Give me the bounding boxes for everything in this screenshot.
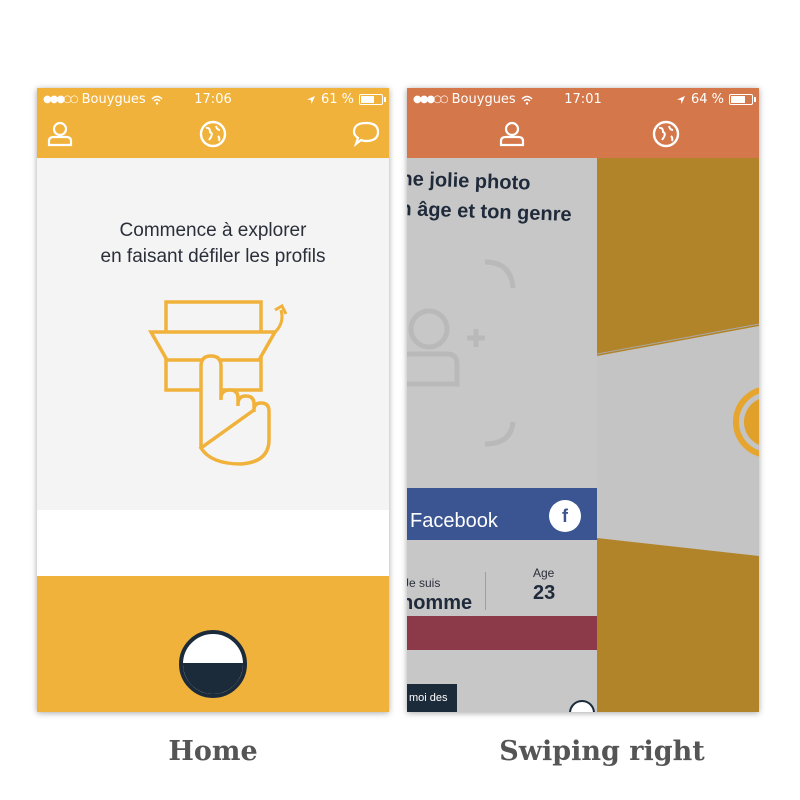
status-bar: ●●●○○ Bouygues 17:06 61 % (37, 88, 389, 110)
battery-fill (731, 96, 746, 103)
location-arrow-icon (676, 95, 685, 104)
facebook-icon: f (549, 500, 581, 532)
caption-home: Home (168, 736, 258, 767)
add-user-icon[interactable] (407, 254, 527, 454)
swipe-screen: ●●●○○ Bouygues 17:01 64 % ne jolie photo… (407, 88, 759, 712)
battery-percent: 61 % (320, 92, 354, 107)
age-value[interactable]: 23 (533, 582, 555, 605)
chat-icon[interactable] (351, 119, 381, 149)
gender-value[interactable]: homme (407, 592, 472, 615)
facebook-label: Facebook (410, 510, 498, 532)
battery-icon (729, 94, 756, 105)
profile-icon[interactable] (45, 119, 75, 149)
prompt-line-2: en faisant défiler les profils (100, 246, 326, 267)
nav-bar (37, 110, 389, 158)
next-card-background (597, 158, 759, 712)
button-fill (183, 662, 243, 694)
profile-icon[interactable] (497, 119, 527, 149)
gender-label: Je suis (407, 576, 441, 590)
caption-swiping-right: Swiping right (499, 736, 705, 767)
globe-icon[interactable] (651, 119, 681, 149)
battery-percent: 64 % (690, 92, 724, 107)
next-card[interactable] (597, 158, 759, 712)
white-band (37, 510, 389, 576)
location-arrow-icon (306, 95, 315, 104)
status-bar: ●●●○○ Bouygues 17:01 64 % (407, 88, 759, 110)
prompt-line-1: Commence à explorer (119, 220, 307, 241)
main-action-button[interactable] (179, 630, 247, 698)
globe-icon[interactable] (198, 119, 228, 149)
red-action-bar[interactable] (407, 616, 597, 650)
info-divider (485, 572, 486, 610)
age-label: Age (533, 566, 555, 580)
card-message: ne jolie photo n âge et ton genre (407, 164, 573, 230)
swipe-hand-icon (147, 300, 288, 466)
home-screen: ●●●○○ Bouygues 17:06 61 % Commence à exp… (37, 88, 389, 712)
small-dark-button[interactable]: moi des (407, 684, 457, 712)
battery-icon (359, 94, 386, 105)
battery-fill (361, 96, 375, 103)
card-message-line-2: n âge et ton genre (407, 197, 572, 226)
nav-bar (407, 110, 759, 158)
